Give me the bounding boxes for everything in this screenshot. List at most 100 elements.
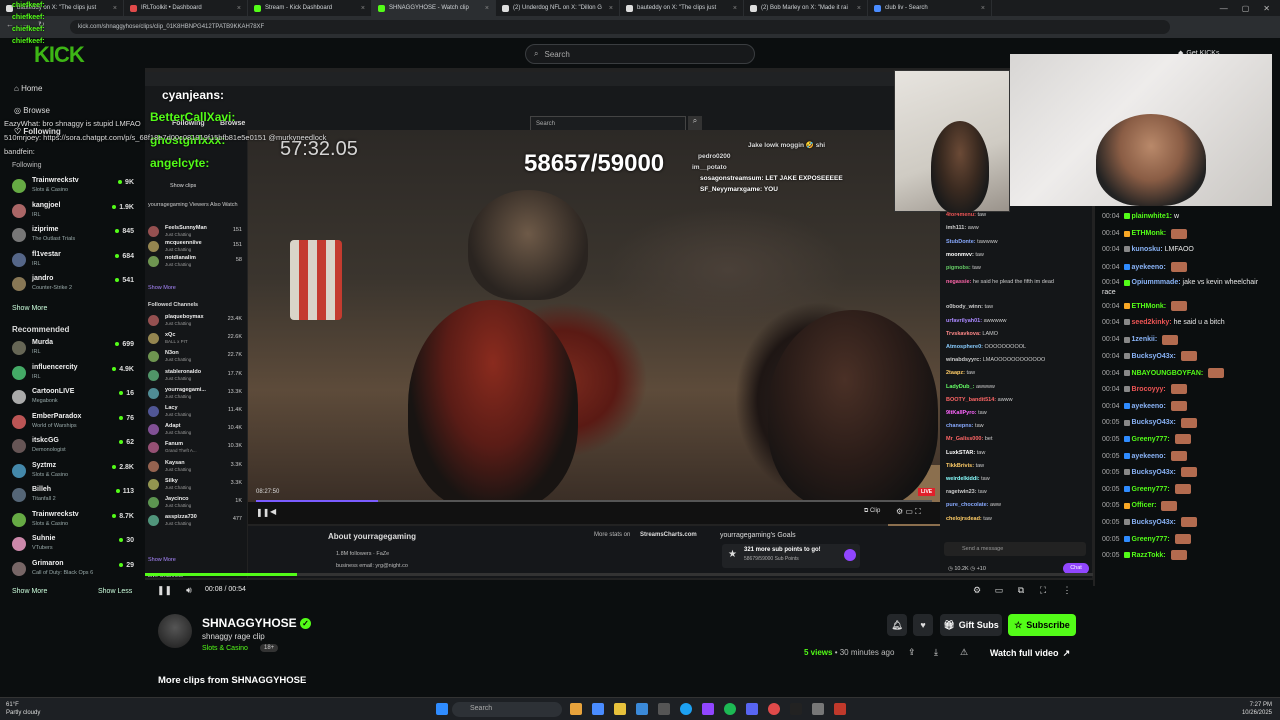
chat-username[interactable]: ayekeeno:: [1132, 264, 1166, 271]
chat-username[interactable]: Greeny777:: [1132, 486, 1170, 493]
clock[interactable]: 7:27 PM 10/26/2025: [1242, 701, 1272, 717]
channel-name[interactable]: SHNAGGYHOSE ✓: [202, 616, 312, 630]
browser-tab[interactable]: IRLToolkit • Dashboard ×: [124, 0, 248, 16]
chat-username[interactable]: BucksyO43x:: [1132, 353, 1176, 360]
tab-close-icon[interactable]: ×: [981, 5, 985, 12]
sidebar-following-channel[interactable]: iziprime The Outlast Trials 845: [12, 225, 134, 245]
sidebar-recommended-channel[interactable]: Murda IRL 699: [12, 338, 134, 358]
browser-tab[interactable]: (2) Underdog NFL on X: "Dillon G ×: [496, 0, 620, 16]
chat-username[interactable]: kunosku:: [1132, 246, 1163, 253]
app-icon-5[interactable]: [768, 703, 780, 715]
folder-icon[interactable]: [614, 703, 626, 715]
close-window-icon[interactable]: ✕: [1263, 4, 1270, 13]
app-icon-6[interactable]: [790, 703, 802, 715]
follow-heart-icon[interactable]: ♥: [913, 614, 933, 636]
chat-username[interactable]: BucksyO43x:: [1132, 469, 1176, 476]
browser-tab[interactable]: club liv - Search ×: [868, 0, 992, 16]
sidebar-following-channel[interactable]: Trainwreckstv Slots & Casino 9K: [12, 176, 134, 196]
chat-username[interactable]: Brocoyyy:: [1132, 386, 1166, 393]
chat-username[interactable]: ayekeeno:: [1132, 403, 1166, 410]
tab-close-icon[interactable]: ×: [609, 5, 613, 12]
browser-tab[interactable]: SHNAGGYHOSE - Watch clip ×: [372, 0, 496, 16]
chat-username[interactable]: plainwhite1:: [1132, 213, 1172, 220]
tab-close-icon[interactable]: ×: [237, 5, 241, 12]
sidebar-recommended-channel[interactable]: itskcGG Demonologist 62: [12, 436, 134, 456]
sidebar-recommended-channel[interactable]: Billeh Titanfall 2 113: [12, 485, 134, 505]
chat-username[interactable]: ETHMonk:: [1132, 230, 1167, 237]
chat-username[interactable]: 1zenkii:: [1132, 336, 1158, 343]
report-icon[interactable]: ⚠: [960, 647, 968, 658]
sidebar-recommended-channel[interactable]: EmberParadox World of Warships 76: [12, 412, 134, 432]
app-icon-4[interactable]: [658, 703, 670, 715]
chat-username[interactable]: Greeny777:: [1132, 436, 1170, 443]
app-icon-2[interactable]: [592, 703, 604, 715]
bell-icon[interactable]: 🔔︎: [887, 614, 907, 636]
chat-username[interactable]: Greeny777:: [1132, 536, 1170, 543]
subscribe-button[interactable]: ☆ Subscribe: [1008, 614, 1076, 636]
taskbar-search[interactable]: Search: [452, 702, 562, 717]
chat-username[interactable]: NBAYOUNGBOYFAN:: [1132, 370, 1204, 377]
search-input[interactable]: ⌕ Search: [525, 44, 755, 64]
kick-logo[interactable]: KICK: [34, 42, 85, 68]
sidebar-following-channel[interactable]: kangjoel IRL 1.9K: [12, 201, 134, 221]
chat-username[interactable]: ETHMonk:: [1132, 303, 1167, 310]
tab-close-icon[interactable]: ×: [485, 5, 489, 12]
settings-app-icon[interactable]: [812, 703, 824, 715]
app-icon-3[interactable]: [636, 703, 648, 715]
more-icon[interactable]: ⋮: [1061, 584, 1073, 596]
download-icon[interactable]: ⤓: [934, 647, 938, 658]
channel-avatar[interactable]: [158, 614, 192, 648]
show-less[interactable]: Show Less: [98, 588, 132, 595]
minimize-icon[interactable]: —: [1220, 4, 1228, 13]
gift-subs-button[interactable]: 🎁︎ Gift Subs: [940, 614, 1002, 636]
chat-username[interactable]: BucksyO43x:: [1132, 419, 1176, 426]
watch-full-video-button[interactable]: Watch full video ↗: [982, 642, 1078, 664]
app-icon-7[interactable]: [834, 703, 846, 715]
app-icon-1[interactable]: [570, 703, 582, 715]
browser-icon[interactable]: [680, 703, 692, 715]
spotify-icon[interactable]: [724, 703, 736, 715]
sidebar-recommended-channel[interactable]: Suhnie VTubers 30: [12, 534, 134, 554]
clip-progress-bar[interactable]: [145, 573, 1093, 576]
tab-close-icon[interactable]: ×: [857, 5, 861, 12]
maximize-icon[interactable]: ▢: [1242, 4, 1250, 13]
sidebar-recommended-channel[interactable]: Grimaron Call of Duty: Black Ops 6 29: [12, 559, 134, 579]
browser-tab[interactable]: (2) Bob Marley on X: "Made it rai ×: [744, 0, 868, 16]
settings-icon[interactable]: ⚙: [971, 584, 983, 596]
chat-username[interactable]: ayekeeno:: [1132, 453, 1166, 460]
sidebar-browse[interactable]: ◎ Browse: [14, 106, 50, 115]
sidebar-home[interactable]: ⌂ Home: [14, 84, 42, 93]
sidebar-recommended-channel[interactable]: Trainwreckstv Slots & Casino 8.7K: [12, 510, 134, 530]
sidebar-recommended-channel[interactable]: influencercity IRL 4.9K: [12, 363, 134, 383]
sidebar-recommended-channel[interactable]: CartoonLIVE Megabonk 16: [12, 387, 134, 407]
volume-icon[interactable]: 🔊︎: [183, 584, 195, 596]
fullscreen-icon[interactable]: ⛶: [1037, 584, 1049, 596]
chat-username[interactable]: Opiummmade:: [1132, 279, 1181, 286]
twitch-icon[interactable]: [702, 703, 714, 715]
tab-close-icon[interactable]: ×: [733, 5, 737, 12]
start-icon[interactable]: [436, 703, 448, 715]
browser-tab[interactable]: Stream - Kick Dashboard ×: [248, 0, 372, 16]
weather-widget[interactable]: 61°F Partly cloudy: [6, 701, 40, 717]
browser-tab[interactable]: bauteddy on X: "The clips just ×: [620, 0, 744, 16]
chat-username[interactable]: RazzTokk:: [1132, 552, 1166, 559]
tab-close-icon[interactable]: ×: [361, 5, 365, 12]
url-field[interactable]: kick.com/shnaggyhose/clips/clip_01K8HBNP…: [70, 20, 1170, 34]
theater-icon[interactable]: ▭: [993, 584, 1005, 596]
discord-icon[interactable]: [746, 703, 758, 715]
category-link[interactable]: Slots & Casino: [202, 645, 248, 652]
chat-timestamp: 00:05: [1102, 552, 1120, 560]
pause-icon[interactable]: ❚❚: [157, 584, 172, 596]
chat-username[interactable]: BucksyO43x:: [1132, 519, 1176, 526]
sidebar-following-channel[interactable]: jandro Counter-Strike 2 541: [12, 274, 134, 294]
sidebar-following-channel[interactable]: fl1vestar IRL 684: [12, 250, 134, 270]
share-icon[interactable]: ⇪: [908, 647, 916, 658]
tab-close-icon[interactable]: ×: [113, 5, 117, 12]
chat-text: he said u a bitch: [1173, 319, 1225, 326]
show-more-following[interactable]: Show More: [12, 305, 47, 312]
chat-username[interactable]: Officer:: [1132, 502, 1157, 509]
show-more-recommended[interactable]: Show More: [12, 588, 47, 595]
pip-icon[interactable]: ⧉: [1015, 584, 1027, 596]
sidebar-recommended-channel[interactable]: Syztmz Slots & Casino 2.8K: [12, 461, 134, 481]
chat-username[interactable]: seed2kinky:: [1132, 319, 1172, 326]
